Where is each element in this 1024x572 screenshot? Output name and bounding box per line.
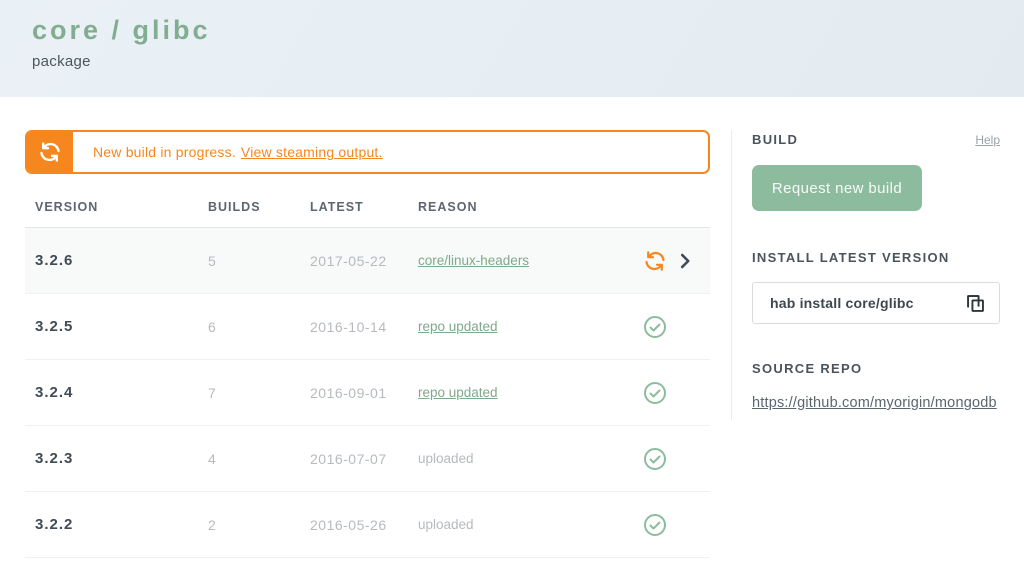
column-header-reason: REASON xyxy=(418,200,640,214)
view-streaming-output-link[interactable]: View steaming output. xyxy=(241,144,383,160)
expand-cell[interactable] xyxy=(670,250,700,272)
reason-label: uploaded xyxy=(418,451,474,466)
source-repo-heading: SOURCE REPO xyxy=(752,361,1000,376)
reason-cell: core/linux-headers core/linux-headers xyxy=(418,252,640,270)
build-in-progress-alert: New build in progress. View steaming out… xyxy=(25,130,710,174)
build-in-progress-icon xyxy=(643,249,667,273)
status-cell xyxy=(640,513,670,537)
column-header-builds: BUILDS xyxy=(208,200,310,214)
source-repo-link[interactable]: https://github.com/myorigin/mongodb xyxy=(752,395,997,411)
reason-link[interactable]: repo updated xyxy=(418,319,498,334)
version-label: 3.2.6 xyxy=(35,252,208,269)
build-success-icon xyxy=(643,447,667,471)
table-row[interactable]: 3.2.2 2 2016-05-26 uploaded uploaded xyxy=(25,492,710,558)
reason-cell: uploaded uploaded xyxy=(418,450,640,468)
reason-cell: repo updated repo updated xyxy=(418,318,640,336)
latest-date: 2016-05-26 xyxy=(310,517,418,533)
status-cell xyxy=(640,447,670,471)
latest-date: 2016-10-14 xyxy=(310,319,418,335)
sidebar: BUILD Help Request new build INSTALL LAT… xyxy=(731,97,1024,572)
page-subtitle: package xyxy=(32,53,1024,70)
table-row[interactable]: 3.2.6 5 2017-05-22 core/linux-headers co… xyxy=(25,228,710,294)
build-success-icon xyxy=(643,513,667,537)
reason-cell: uploaded uploaded xyxy=(418,516,640,534)
main-column: New build in progress. View steaming out… xyxy=(0,97,731,572)
version-label: 3.2.5 xyxy=(35,318,208,335)
install-command-box: hab install core/glibc xyxy=(752,282,1000,324)
help-link[interactable]: Help xyxy=(975,133,1000,147)
alert-message: New build in progress. xyxy=(93,144,236,160)
build-success-icon xyxy=(643,381,667,405)
copy-icon xyxy=(965,293,986,314)
builds-count: 4 xyxy=(208,451,310,467)
chevron-right-icon xyxy=(674,250,696,272)
build-success-icon xyxy=(643,315,667,339)
alert-text: New build in progress. View steaming out… xyxy=(73,132,383,172)
copy-button[interactable] xyxy=(965,293,986,314)
page-header: core / glibc package xyxy=(0,0,1024,97)
page-title: core / glibc xyxy=(32,15,1024,46)
install-section-heading: INSTALL LATEST VERSION xyxy=(752,250,1000,265)
latest-date: 2016-09-01 xyxy=(310,385,418,401)
column-header-version: VERSION xyxy=(35,200,208,214)
status-cell xyxy=(640,315,670,339)
reason-link[interactable]: core/linux-headers xyxy=(418,253,529,268)
install-command-text: hab install core/glibc xyxy=(770,295,914,311)
latest-date: 2017-05-22 xyxy=(310,253,418,269)
builds-count: 5 xyxy=(208,253,310,269)
build-section-heading: BUILD xyxy=(752,132,798,147)
vertical-divider xyxy=(731,130,732,420)
builds-count: 2 xyxy=(208,517,310,533)
content-area: New build in progress. View steaming out… xyxy=(0,97,1024,572)
reason-link[interactable]: repo updated xyxy=(418,385,498,400)
column-header-latest: LATEST xyxy=(310,200,418,214)
table-row[interactable]: 3.2.4 7 2016-09-01 repo updated repo upd… xyxy=(25,360,710,426)
request-new-build-button[interactable]: Request new build xyxy=(752,165,922,211)
latest-date: 2016-07-07 xyxy=(310,451,418,467)
builds-count: 6 xyxy=(208,319,310,335)
table-row[interactable]: 3.2.3 4 2016-07-07 uploaded uploaded xyxy=(25,426,710,492)
table-row[interactable]: 3.2.5 6 2016-10-14 repo updated repo upd… xyxy=(25,294,710,360)
reason-cell: repo updated repo updated xyxy=(418,384,640,402)
sync-icon xyxy=(38,140,62,164)
reason-label: uploaded xyxy=(418,517,474,532)
version-label: 3.2.3 xyxy=(35,450,208,467)
table-header: VERSION BUILDS LATEST REASON xyxy=(25,174,710,228)
builds-count: 7 xyxy=(208,385,310,401)
version-label: 3.2.4 xyxy=(35,384,208,401)
version-label: 3.2.2 xyxy=(35,516,208,533)
status-cell xyxy=(640,381,670,405)
status-cell xyxy=(640,249,670,273)
alert-icon-box xyxy=(27,132,73,172)
table-body: 3.2.6 5 2017-05-22 core/linux-headers co… xyxy=(25,228,710,558)
